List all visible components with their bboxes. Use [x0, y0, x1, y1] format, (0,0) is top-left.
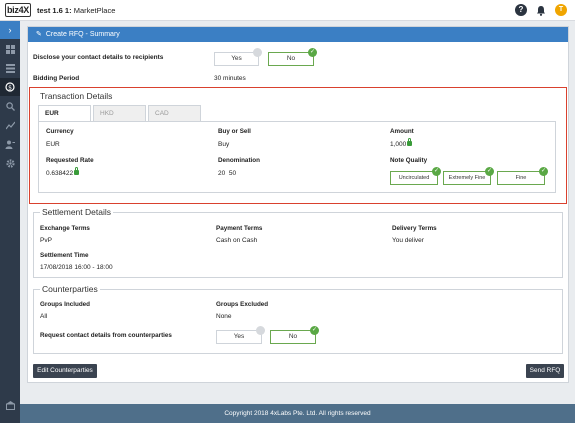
settlement-time-label: Settlement Time [40, 252, 89, 259]
currency-tabs: EUR HKD CAD [38, 105, 201, 122]
tab-eur[interactable]: EUR [38, 105, 91, 122]
request-contact-yes-label: Yes [233, 333, 245, 340]
amount-value: 1,000 [390, 141, 407, 148]
disclose-yes-button[interactable]: Yes [214, 48, 262, 66]
exchange-terms-value: PvP [40, 237, 52, 244]
settlement-time-value: 17/08/2018 16:00 - 18:00 [40, 264, 113, 271]
request-contact-yes-button[interactable]: Yes [216, 326, 265, 344]
app-logo[interactable]: biz4X [5, 3, 31, 17]
note-quality-extremely-fine[interactable]: Extremely Fine ✓ [443, 167, 494, 185]
send-rfq-button[interactable]: Send RFQ [526, 364, 564, 378]
chevron-right-icon[interactable]: › [0, 21, 20, 39]
currency-value: EUR [46, 141, 60, 148]
denomination-label: Denomination [218, 157, 260, 164]
chart-icon[interactable] [0, 116, 20, 134]
panel-title: Create RFQ - Summary [45, 31, 120, 38]
check-icon: ✓ [539, 167, 548, 176]
requested-rate-value: 0.638422 [46, 170, 74, 177]
unchecked-icon [253, 48, 262, 57]
tab-hkd[interactable]: HKD [93, 105, 146, 122]
groups-included-value: All [40, 313, 48, 320]
disclose-yes-label: Yes [231, 55, 242, 62]
search-icon[interactable] [0, 97, 20, 115]
counterparties-section: Counterparties [33, 284, 563, 354]
request-contact-no-button[interactable]: No ✓ [270, 326, 319, 344]
note-quality-extremely-fine-label: Extremely Fine [448, 175, 486, 181]
denomination-value: 20 50 [218, 170, 237, 177]
note-quality-label: Note Quality [390, 157, 428, 164]
buy-sell-value: Buy [218, 141, 230, 148]
app-title-version: test 1.6 1: [37, 6, 72, 15]
top-bar: biz4X test 1.6 1: MarketPlace ? T [0, 0, 575, 21]
tab-cad[interactable]: CAD [148, 105, 201, 122]
counterparties-title: Counterparties [40, 284, 100, 294]
avatar[interactable]: T [555, 4, 567, 16]
buy-sell-label: Buy or Sell [218, 128, 251, 135]
requested-rate-label: Requested Rate [46, 157, 94, 164]
check-icon: ✓ [310, 326, 319, 335]
amount-label: Amount [390, 128, 414, 135]
sidebar: › $ [0, 21, 20, 423]
requested-rate-row: 0.638422 [46, 167, 80, 177]
grid-icon[interactable] [0, 59, 20, 77]
lock-icon [74, 167, 80, 175]
panel-header: ✎ Create RFQ - Summary [28, 27, 568, 42]
bidding-period-value: 30 minutes [214, 75, 246, 82]
note-quality-uncirculated[interactable]: Uncirculated ✓ [390, 167, 441, 185]
help-icon[interactable]: ? [515, 4, 527, 16]
building-icon[interactable] [0, 396, 20, 414]
check-icon: ✓ [432, 167, 441, 176]
check-icon: ✓ [485, 167, 494, 176]
check-icon: ✓ [308, 48, 317, 57]
note-quality-fine-label: Fine [515, 175, 527, 181]
disclose-label: Disclose your contact details to recipie… [33, 54, 164, 61]
edit-counterparties-button[interactable]: Edit Counterparties [33, 364, 97, 378]
delivery-terms-label: Delivery Terms [392, 225, 437, 232]
top-icons: ? T [515, 4, 567, 16]
exchange-terms-label: Exchange Terms [40, 225, 90, 232]
amount-value-row: 1,000 [390, 138, 413, 148]
settlement-title: Settlement Details [40, 207, 113, 217]
lock-icon [407, 138, 413, 146]
note-quality-fine[interactable]: Fine ✓ [497, 167, 548, 185]
disclose-no-button[interactable]: No ✓ [268, 48, 317, 66]
groups-included-label: Groups Included [40, 301, 91, 308]
transaction-title: Transaction Details [40, 91, 113, 101]
exchange-icon[interactable]: $ [0, 78, 20, 96]
bell-icon[interactable] [536, 5, 546, 16]
users-icon[interactable] [0, 135, 20, 153]
unchecked-icon [256, 326, 265, 335]
settings-icon[interactable] [0, 154, 20, 172]
svg-text:$: $ [8, 84, 12, 91]
request-contact-no-label: No [288, 333, 298, 340]
delivery-terms-value: You deliver [392, 237, 424, 244]
footer: Copyright 2018 4xLabs Pte. Ltd. All righ… [20, 404, 575, 423]
groups-excluded-label: Groups Excluded [216, 301, 269, 308]
app-title: test 1.6 1: MarketPlace [37, 6, 115, 15]
payment-terms-value: Cash on Cash [216, 237, 258, 244]
request-contact-label: Request contact details from counterpart… [40, 332, 172, 339]
dashboard-icon[interactable] [0, 40, 20, 58]
bidding-period-label: Bidding Period [33, 75, 80, 82]
note-quality-uncirculated-label: Uncirculated [398, 175, 430, 181]
payment-terms-label: Payment Terms [216, 225, 263, 232]
pencil-icon: ✎ [36, 31, 42, 38]
disclose-no-label: No [286, 55, 296, 62]
currency-label: Currency [46, 128, 74, 135]
groups-excluded-value: None [216, 313, 232, 320]
app-title-name: MarketPlace [71, 6, 116, 15]
